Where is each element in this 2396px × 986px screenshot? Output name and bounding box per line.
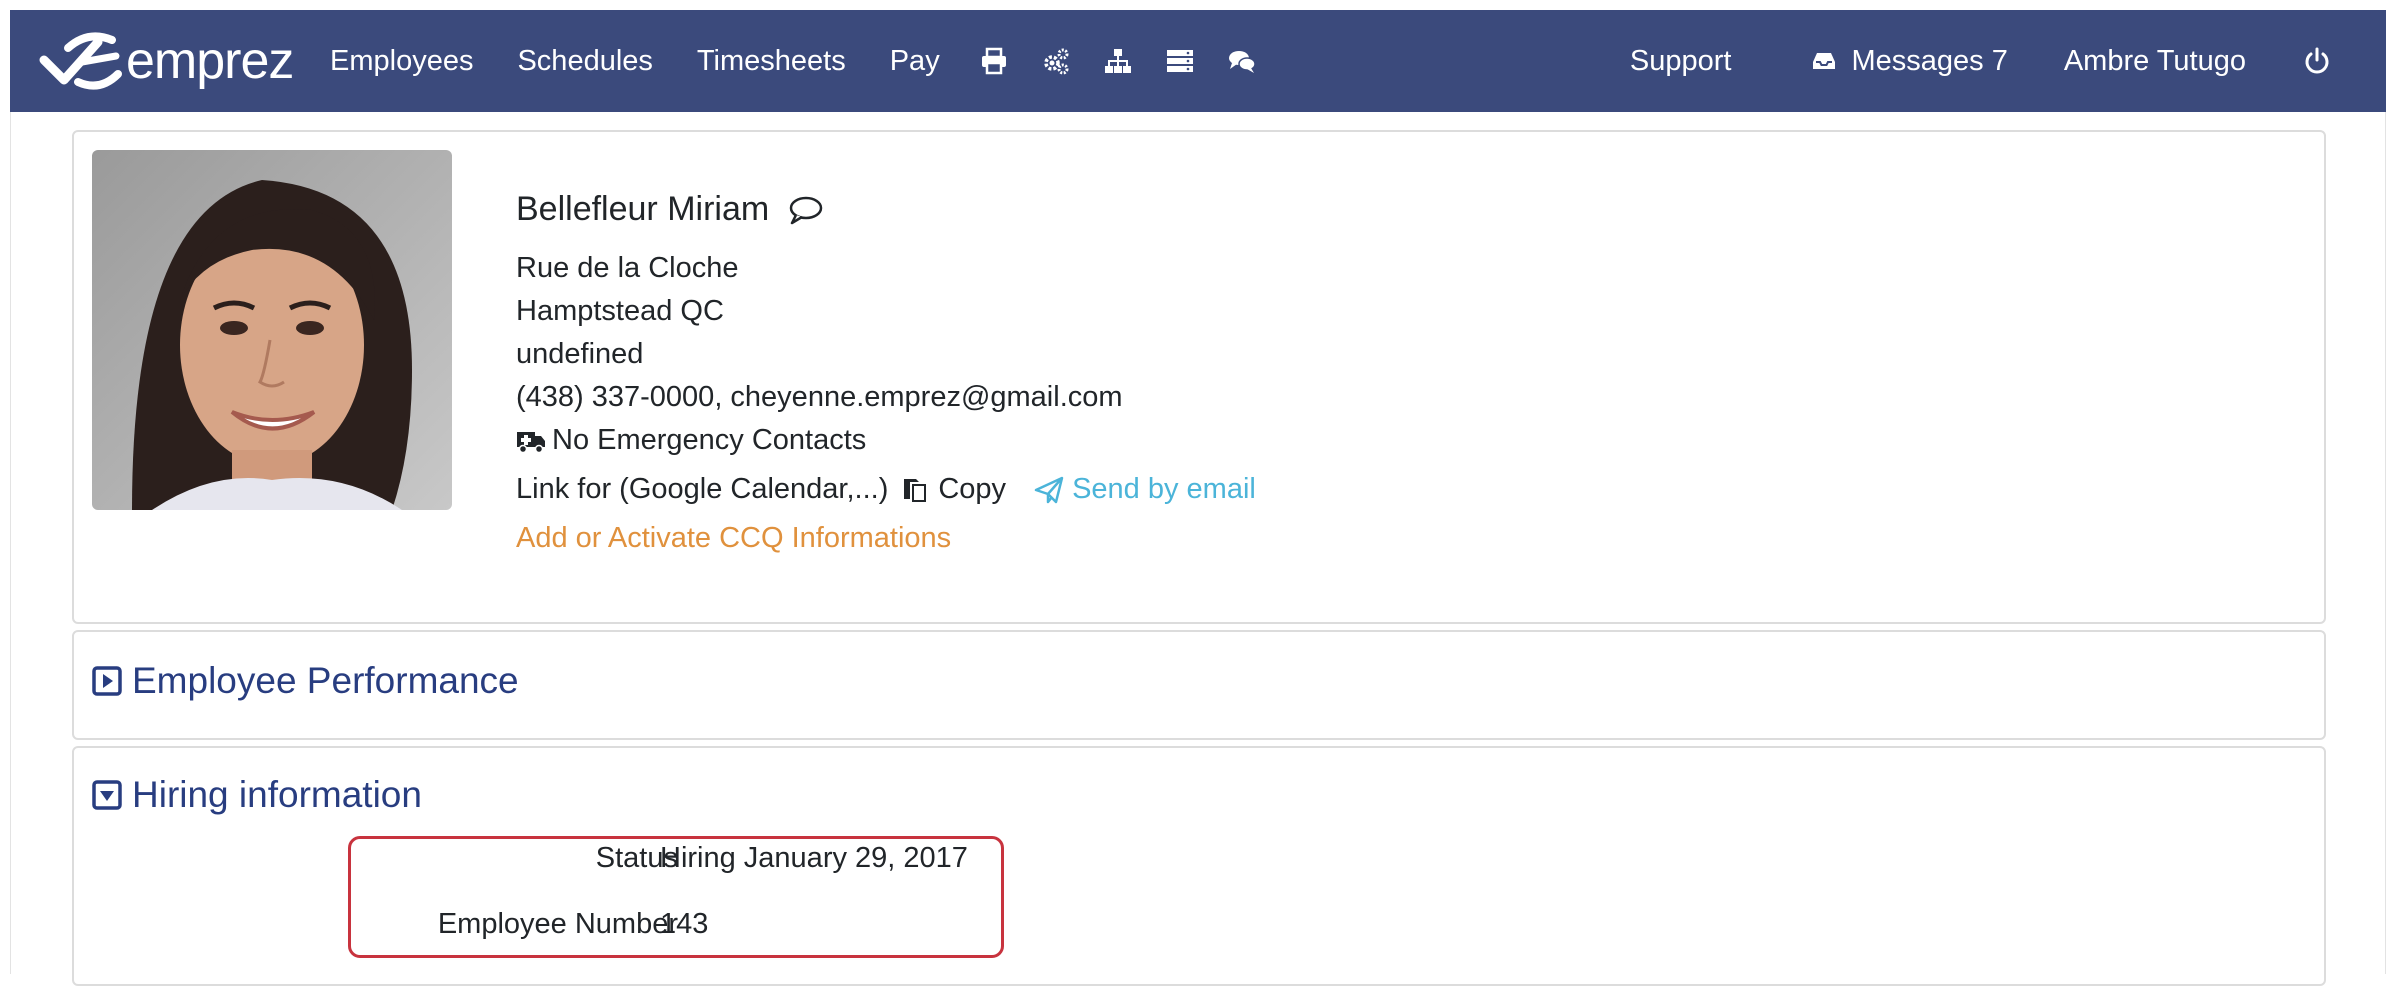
- nav-employees[interactable]: Employees: [330, 45, 473, 78]
- inbox-icon: [1813, 53, 1836, 69]
- server-list-icon[interactable]: [1164, 45, 1196, 77]
- status-value: Hiring January 29, 2017: [660, 842, 968, 874]
- print-icon[interactable]: [978, 45, 1010, 77]
- employee-name: Bellefleur Miriam: [516, 190, 770, 228]
- brand-name: emprez: [126, 32, 294, 90]
- contact-info: (438) 337-0000, cheyenne.emprez@gmail.co…: [516, 381, 1123, 413]
- collapse-down-icon: [92, 780, 122, 810]
- performance-title: Employee Performance: [132, 660, 519, 701]
- nav-support[interactable]: Support: [1630, 45, 1732, 78]
- copy-label: Copy: [938, 473, 1007, 505]
- hiring-title: Hiring information: [132, 774, 422, 815]
- top-navbar: emprez Employees Schedules Timesheets Pa…: [10, 10, 2386, 112]
- send-by-email-label: Send by email: [1072, 473, 1256, 505]
- comment-icon[interactable]: [787, 194, 823, 226]
- nav-timesheets[interactable]: Timesheets: [697, 45, 846, 78]
- send-by-email-link[interactable]: Send by email: [1034, 468, 1256, 511]
- expand-right-icon: [92, 666, 122, 696]
- performance-section-toggle[interactable]: Employee Performance: [92, 660, 519, 702]
- power-icon[interactable]: [2302, 46, 2332, 76]
- messages-link[interactable]: Messages 7: [1811, 44, 2008, 78]
- brand-logo-link[interactable]: emprez: [38, 26, 330, 96]
- status-label: Status: [595, 842, 678, 874]
- address-line-2: Hamptstead QC: [516, 295, 724, 327]
- performance-panel: Employee Performance: [72, 630, 2326, 740]
- hiring-panel: Hiring information Status Hiring January…: [72, 746, 2326, 986]
- paper-plane-icon: [1034, 476, 1064, 503]
- employee-info: Bellefleur Miriam Rue de la Cloche Hampt…: [516, 188, 1256, 560]
- chat-icon[interactable]: [1226, 45, 1258, 77]
- nav-schedules[interactable]: Schedules: [517, 45, 652, 78]
- calendar-link-row: Link for (Google Calendar,...) Copy Send…: [516, 468, 1256, 511]
- address-line-1: Rue de la Cloche: [516, 252, 739, 284]
- calendar-link-label: Link for (Google Calendar,...): [516, 473, 889, 505]
- navbar-right: Support Messages 7 Ambre Tutugo: [1630, 45, 2386, 78]
- emergency-contacts-text: No Emergency Contacts: [552, 424, 867, 456]
- employee-number-value: 143: [660, 908, 709, 940]
- user-menu[interactable]: Ambre Tutugo: [2064, 45, 2246, 78]
- employee-photo: [92, 150, 452, 510]
- settings-gears-icon[interactable]: [1040, 45, 1072, 77]
- address-line-3: undefined: [516, 338, 644, 370]
- emergency-contacts-row: No Emergency Contacts: [516, 419, 1256, 462]
- profile-panel: Bellefleur Miriam Rue de la Cloche Hampt…: [72, 130, 2326, 624]
- hiring-section-toggle[interactable]: Hiring information: [92, 774, 422, 816]
- employee-name-row: Bellefleur Miriam: [516, 188, 1256, 231]
- ccq-link[interactable]: Add or Activate CCQ Informations: [516, 517, 1256, 560]
- emprez-logo-icon: [39, 32, 122, 90]
- copy-icon: [904, 478, 929, 504]
- copy-button[interactable]: Copy: [902, 468, 1006, 511]
- nav-pay[interactable]: Pay: [890, 45, 940, 78]
- messages-label: Messages 7: [1851, 44, 2008, 77]
- org-chart-icon[interactable]: [1102, 45, 1134, 77]
- ambulance-icon: [517, 431, 545, 453]
- employee-number-label: Employee Number: [437, 908, 678, 940]
